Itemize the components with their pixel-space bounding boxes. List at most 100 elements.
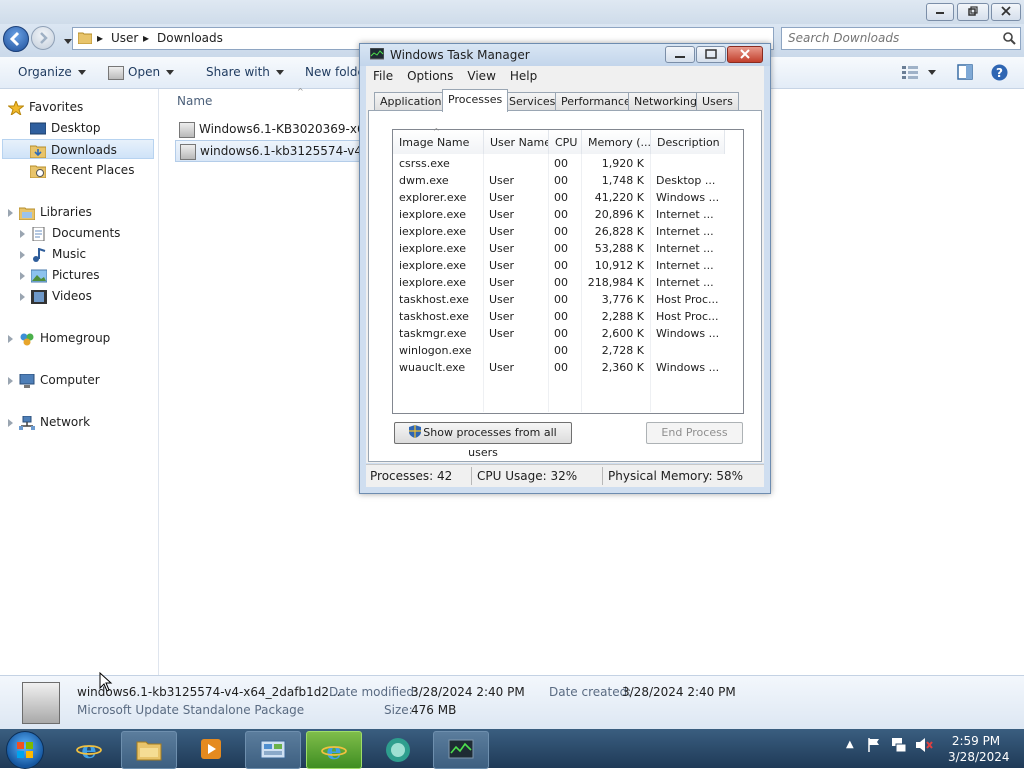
process-desc-cell: Desktop ... [656, 174, 716, 187]
search-input[interactable] [782, 28, 1004, 47]
expand-arrow-icon[interactable] [20, 229, 25, 238]
process-cpu-cell: 00 [554, 310, 568, 323]
tab-networking[interactable]: Networking [628, 92, 703, 111]
nav-recent-places[interactable]: Recent Places [30, 160, 134, 180]
menu-help[interactable]: Help [503, 66, 544, 86]
nav-computer[interactable]: Computer [8, 370, 100, 390]
tab-services[interactable]: Services [503, 92, 562, 111]
process-list-scrollbar[interactable] [724, 154, 742, 412]
action-center-flag-icon[interactable] [866, 737, 882, 753]
taskbar-task-manager[interactable] [433, 731, 489, 769]
expand-arrow-icon[interactable] [8, 334, 13, 343]
back-button[interactable] [3, 26, 29, 52]
help-icon[interactable]: ? [991, 64, 1008, 81]
breadcrumb-downloads[interactable]: Downloads [157, 31, 223, 45]
organize-button[interactable]: Organize [18, 65, 86, 79]
nav-desktop-label: Desktop [51, 121, 101, 135]
file-item[interactable]: Windows6.1-KB3020369-x64 [175, 119, 376, 139]
process-cpu-cell: 00 [554, 225, 568, 238]
process-user-cell: User [489, 174, 515, 187]
process-row[interactable]: iexplore.exe User 00 20,896 K Internet ... [393, 206, 723, 223]
tm-close-button[interactable] [727, 46, 763, 63]
arrow-right-icon [40, 32, 48, 44]
taskbar-explorer[interactable] [121, 731, 177, 769]
process-row[interactable]: taskhost.exe User 00 3,776 K Host Proc... [393, 291, 723, 308]
nav-downloads[interactable]: Downloads [2, 139, 154, 159]
forward-button[interactable] [31, 26, 55, 50]
menu-file[interactable]: File [366, 66, 400, 86]
tab-performance[interactable]: Performance [555, 92, 637, 111]
nav-documents[interactable]: Documents [20, 223, 120, 243]
tab-users[interactable]: Users [696, 92, 739, 111]
process-row[interactable]: wuauclt.exe User 00 2,360 K Windows ... [393, 359, 723, 376]
search-icon[interactable] [1002, 31, 1016, 45]
share-with-button[interactable]: Share with [206, 65, 284, 79]
menu-options[interactable]: Options [400, 66, 460, 86]
preview-pane-icon[interactable] [957, 64, 973, 80]
process-row[interactable]: iexplore.exe User 00 218,984 K Internet ... [393, 274, 723, 291]
column-user-name[interactable]: User Name [484, 130, 549, 154]
process-row[interactable]: taskhost.exe User 00 2,288 K Host Proc... [393, 308, 723, 325]
nav-favorites[interactable]: Favorites [8, 97, 83, 117]
nav-desktop[interactable]: Desktop [30, 118, 101, 138]
open-button[interactable]: Open [108, 65, 175, 80]
tab-processes[interactable]: Processes [442, 89, 509, 112]
expand-arrow-icon[interactable] [20, 271, 25, 280]
process-row[interactable]: dwm.exe User 00 1,748 K Desktop ... [393, 172, 723, 189]
process-row[interactable]: winlogon.exe 00 2,728 K [393, 342, 723, 359]
minimize-icon [936, 12, 944, 14]
menu-view[interactable]: View [460, 66, 502, 86]
expand-arrow-icon[interactable] [8, 208, 13, 217]
volume-muted-icon[interactable] [915, 737, 933, 753]
clock[interactable]: 2:59 PM 3/28/2024 [948, 733, 1010, 765]
expand-arrow-icon[interactable] [8, 376, 13, 385]
tm-minimize-button[interactable] [665, 46, 695, 63]
process-row[interactable]: taskmgr.exe User 00 2,600 K Windows ... [393, 325, 723, 342]
process-row[interactable]: csrss.exe 00 1,920 K [393, 155, 723, 172]
search-box[interactable] [781, 27, 1021, 50]
expand-arrow-icon[interactable] [20, 250, 25, 259]
process-image-cell: taskhost.exe [399, 293, 469, 306]
taskbar-internet-explorer[interactable]: e [62, 731, 116, 767]
process-row[interactable]: explorer.exe User 00 41,220 K Windows ... [393, 189, 723, 206]
nav-downloads-label: Downloads [51, 143, 117, 157]
start-button[interactable] [6, 731, 44, 769]
process-user-cell: User [489, 242, 515, 255]
expand-arrow-icon[interactable] [8, 418, 13, 427]
taskbar-chat[interactable] [371, 731, 425, 767]
task-manager-titlebar[interactable]: Windows Task Manager [360, 44, 770, 66]
column-cpu[interactable]: CPU [549, 130, 582, 154]
new-folder-button[interactable]: New folde [305, 65, 365, 79]
show-all-processes-button[interactable]: Show processes from all users [394, 422, 572, 459]
process-row[interactable]: iexplore.exe User 00 26,828 K Internet ... [393, 223, 723, 240]
column-header-name[interactable]: Name [177, 94, 212, 108]
nav-pictures[interactable]: Pictures [20, 265, 100, 285]
column-description[interactable]: Description [651, 130, 725, 154]
process-row[interactable]: iexplore.exe User 00 53,288 K Internet ... [393, 240, 723, 257]
expand-arrow-icon[interactable] [20, 292, 25, 301]
nav-network[interactable]: Network [8, 412, 90, 432]
breadcrumb-user[interactable]: User [111, 31, 138, 45]
end-process-button[interactable]: End Process [646, 422, 743, 444]
nav-homegroup[interactable]: Homegroup [8, 328, 110, 348]
explorer-restore-button[interactable] [957, 3, 989, 21]
explorer-close-button[interactable] [991, 3, 1021, 21]
chevron-down-icon[interactable] [928, 70, 936, 75]
show-hidden-icons-icon[interactable]: ▲ [846, 739, 854, 750]
taskbar-internet-explorer-active[interactable]: e [306, 731, 362, 769]
column-memory[interactable]: Memory (... [582, 130, 651, 154]
taskbar-control-panel[interactable] [245, 731, 301, 769]
view-options-icon[interactable] [902, 65, 918, 79]
process-row[interactable]: iexplore.exe User 00 10,912 K Internet ... [393, 257, 723, 274]
explorer-minimize-button[interactable] [926, 3, 954, 21]
nav-videos[interactable]: Videos [20, 286, 92, 306]
process-list[interactable]: Image Name User Name CPU Memory (... Des… [392, 127, 744, 414]
network-status-icon[interactable] [890, 737, 908, 753]
taskbar-media-player[interactable] [184, 731, 238, 767]
tm-maximize-button[interactable] [696, 46, 726, 63]
nav-music[interactable]: Music [20, 244, 86, 264]
status-processes: Processes: 42 [370, 469, 453, 483]
svg-text:?: ? [996, 66, 1003, 80]
recent-pages-button[interactable] [58, 34, 72, 48]
nav-libraries[interactable]: Libraries [8, 202, 92, 222]
